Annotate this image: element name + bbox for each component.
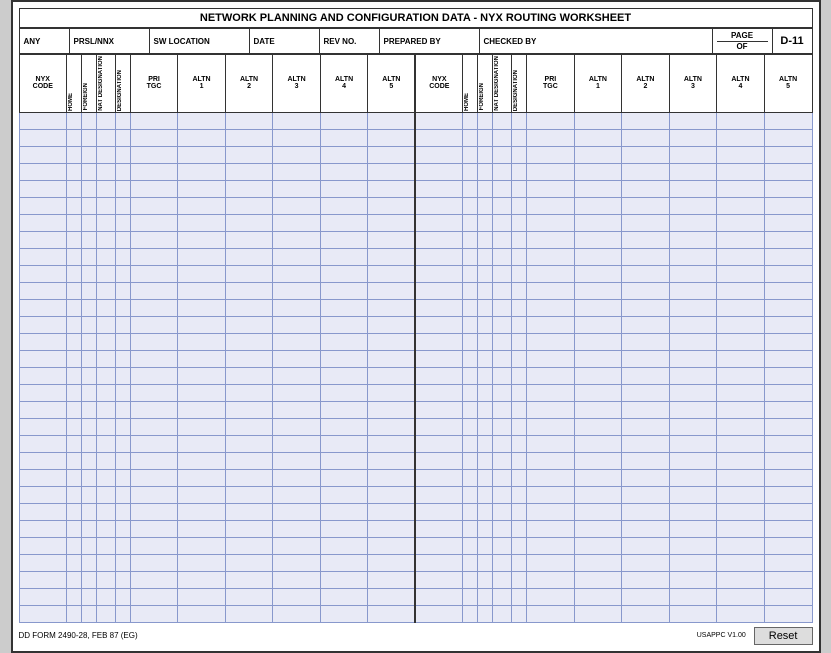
- form-title: NETWORK PLANNING AND CONFIGURATION DATA …: [19, 8, 813, 28]
- col-nat-desig-r: NAT DESIGNATION: [493, 55, 512, 113]
- table-row: [19, 197, 812, 214]
- main-grid: NYXCODE HOME FOREIGN NAT DESIGNATION DES…: [19, 54, 813, 623]
- footer: DD FORM 2490-28, FEB 87 (EG) USAPPC V1.0…: [19, 627, 813, 645]
- form-label: DD FORM 2490-28, FEB 87 (EG): [19, 631, 138, 640]
- rev-no-label: REV NO.: [319, 29, 379, 54]
- table-row: [19, 299, 812, 316]
- table-row: [19, 384, 812, 401]
- col-altn3-r: ALTN3: [669, 55, 717, 113]
- date-label: DATE: [249, 29, 319, 54]
- col-home-r: HOME: [463, 55, 478, 113]
- col-altn4: ALTN4: [320, 55, 368, 113]
- table-row: [19, 537, 812, 554]
- col-nyx-code: NYXCODE: [19, 55, 67, 113]
- page-number: D-11: [772, 29, 812, 54]
- col-altn1: ALTN1: [178, 55, 226, 113]
- col-home: HOME: [67, 55, 82, 113]
- col-pri-tgc: PRITGC: [130, 55, 178, 113]
- col-nyx-code-r: NYXCODE: [415, 55, 463, 113]
- checked-by-label: CHECKED BY: [479, 29, 712, 54]
- page-section: PAGE OF: [712, 29, 772, 54]
- col-desig: DESIGNATION: [115, 55, 130, 113]
- table-row: [19, 282, 812, 299]
- prsl-nnx-label: PRSL/NNX: [69, 29, 149, 54]
- sw-location-label: SW LOCATION: [149, 29, 249, 54]
- col-foreign-r: FOREIGN: [478, 55, 493, 113]
- table-row: [19, 248, 812, 265]
- page-label: PAGE: [717, 31, 768, 40]
- reset-button[interactable]: Reset: [754, 627, 813, 645]
- table-row: [19, 231, 812, 248]
- table-row: [19, 401, 812, 418]
- table-row: [19, 265, 812, 282]
- col-altn2-r: ALTN2: [622, 55, 670, 113]
- col-nat-desig: NAT DESIGNATION: [97, 55, 116, 113]
- table-row: [19, 520, 812, 537]
- col-altn2: ALTN2: [225, 55, 273, 113]
- col-foreign: FOREIGN: [82, 55, 97, 113]
- table-row: [19, 163, 812, 180]
- table-row: [19, 571, 812, 588]
- col-altn5-r: ALTN5: [764, 55, 812, 113]
- table-row: [19, 214, 812, 231]
- table-row: [19, 452, 812, 469]
- table-row: [19, 588, 812, 605]
- table-row: [19, 554, 812, 571]
- col-altn4-r: ALTN4: [717, 55, 765, 113]
- col-altn5: ALTN5: [368, 55, 416, 113]
- col-altn1-r: ALTN1: [574, 55, 622, 113]
- usappc-label: USAPPC V1.00: [697, 632, 746, 639]
- any-label: ANY: [19, 29, 69, 54]
- table-row: [19, 350, 812, 367]
- col-pri-tgc-r: PRITGC: [527, 55, 575, 113]
- table-row: [19, 418, 812, 435]
- table-row: [19, 367, 812, 384]
- table-row: [19, 469, 812, 486]
- table-row: [19, 503, 812, 520]
- table-row: [19, 180, 812, 197]
- of-label: OF: [717, 41, 768, 51]
- table-row: [19, 316, 812, 333]
- table-row: [19, 333, 812, 350]
- table-row: [19, 112, 812, 129]
- table-row: [19, 605, 812, 622]
- prepared-by-label: PREPARED BY: [379, 29, 479, 54]
- table-row: [19, 129, 812, 146]
- table-row: [19, 146, 812, 163]
- form-page: NETWORK PLANNING AND CONFIGURATION DATA …: [11, 0, 821, 653]
- table-row: [19, 435, 812, 452]
- col-altn3: ALTN3: [273, 55, 321, 113]
- col-desig-r: DESIGNATION: [512, 55, 527, 113]
- table-row: [19, 486, 812, 503]
